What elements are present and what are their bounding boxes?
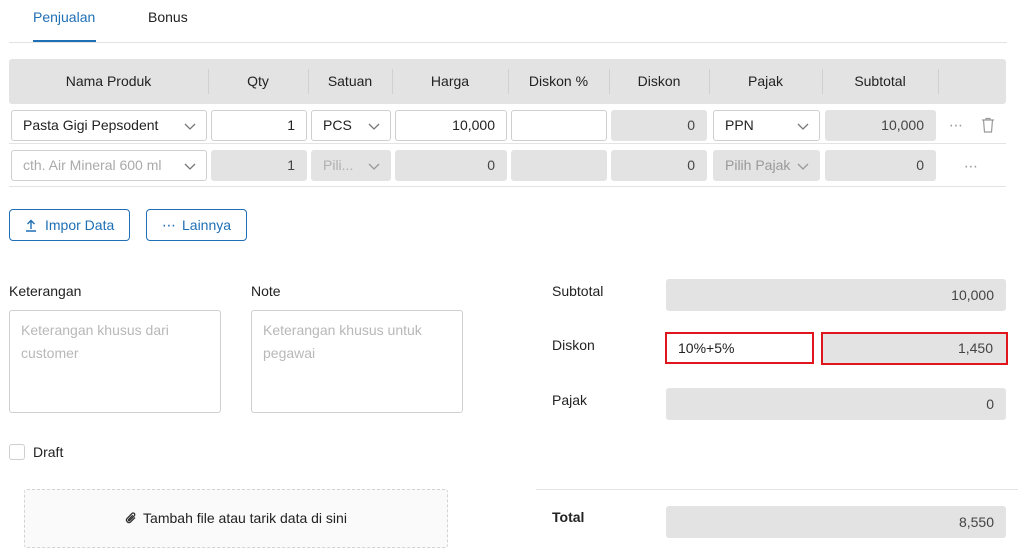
product-select[interactable]: Pasta Gigi Pepsodent <box>11 110 207 141</box>
more-dots-icon: ⋯ <box>162 217 176 233</box>
summary-discount-amount: 1,450 <box>821 332 1008 365</box>
summary-tax-field: 0 <box>666 388 1006 420</box>
unit-select: Pili... <box>311 150 391 181</box>
qty-input: 1 <box>211 150 307 181</box>
product-select-value: Pasta Gigi Pepsodent <box>23 117 159 133</box>
chevron-down-icon <box>368 123 380 130</box>
discount-amount-field: 0 <box>611 150 707 181</box>
note-textarea[interactable]: Keterangan khusus untuk pegawai <box>251 310 463 413</box>
tab-bar: Penjualan Bonus <box>9 0 1007 43</box>
import-data-button[interactable]: Impor Data <box>9 209 130 241</box>
more-button[interactable]: ⋯ Lainnya <box>146 209 247 241</box>
upload-icon <box>26 219 36 232</box>
column-header-product: Nama Produk <box>65 73 152 89</box>
tax-select: Pilih Pajak <box>713 150 820 181</box>
note-label: Note <box>251 283 281 299</box>
draft-checkbox[interactable] <box>9 444 25 460</box>
chevron-down-icon <box>368 163 380 170</box>
summary-total-label: Total <box>552 509 585 525</box>
trash-icon[interactable] <box>981 117 995 133</box>
table-header: Nama Produk Qty Satuan Harga Diskon % Di… <box>9 59 1006 104</box>
paperclip-icon <box>125 512 136 524</box>
summary-divider <box>536 489 1018 490</box>
summary-subtotal-label: Subtotal <box>552 283 604 299</box>
column-header-price: Harga <box>430 73 470 89</box>
column-header-discount-pct: Diskon % <box>528 73 589 89</box>
dropzone-label: Tambah file atau tarik data di sini <box>143 510 347 526</box>
subtotal-field: 10,000 <box>825 110 936 141</box>
more-options-icon[interactable]: ⋯ <box>964 159 978 173</box>
tax-select[interactable]: PPN <box>713 110 820 141</box>
keterangan-textarea[interactable]: Keterangan khusus dari customer <box>9 310 221 413</box>
active-tab-indicator <box>33 40 96 42</box>
price-input: 0 <box>395 150 507 181</box>
unit-select-placeholder: Pili... <box>323 157 354 173</box>
summary-tax-label: Pajak <box>552 392 588 408</box>
product-select-placeholder: cth. Air Mineral 600 ml <box>23 157 162 173</box>
product-select[interactable]: cth. Air Mineral 600 ml <box>11 150 207 181</box>
summary-total-field: 8,550 <box>666 506 1006 538</box>
discount-pct-input[interactable] <box>511 110 607 141</box>
summary-subtotal-field: 10,000 <box>666 279 1006 311</box>
column-header-unit: Satuan <box>327 73 373 89</box>
subtotal-field: 0 <box>825 150 936 181</box>
keterangan-label: Keterangan <box>9 283 82 299</box>
column-header-qty: Qty <box>247 73 269 89</box>
tax-select-value: PPN <box>725 117 754 133</box>
tab-bonus[interactable]: Bonus <box>148 9 188 25</box>
file-dropzone[interactable]: Tambah file atau tarik data di sini <box>24 489 448 548</box>
tab-penjualan[interactable]: Penjualan <box>33 9 95 25</box>
chevron-down-icon <box>797 123 809 130</box>
discount-amount-field: 0 <box>611 110 707 141</box>
column-header-subtotal: Subtotal <box>854 73 906 89</box>
unit-select-value: PCS <box>323 117 352 133</box>
more-label: Lainnya <box>182 217 232 233</box>
chevron-down-icon <box>184 163 196 170</box>
qty-input[interactable]: 1 <box>211 110 307 141</box>
column-header-tax: Pajak <box>747 73 784 89</box>
draft-label: Draft <box>33 444 64 460</box>
column-header-discount: Diskon <box>637 73 681 89</box>
tax-select-placeholder: Pilih Pajak <box>725 157 791 173</box>
unit-select[interactable]: PCS <box>311 110 391 141</box>
chevron-down-icon <box>797 163 809 170</box>
summary-discount-label: Diskon <box>552 337 595 353</box>
more-options-icon[interactable]: ⋯ <box>949 118 963 132</box>
chevron-down-icon <box>184 123 196 130</box>
summary-discount-input[interactable]: 10%+5% <box>665 332 814 364</box>
price-input[interactable]: 10,000 <box>395 110 507 141</box>
discount-pct-input <box>511 150 607 181</box>
import-data-label: Impor Data <box>45 217 115 233</box>
